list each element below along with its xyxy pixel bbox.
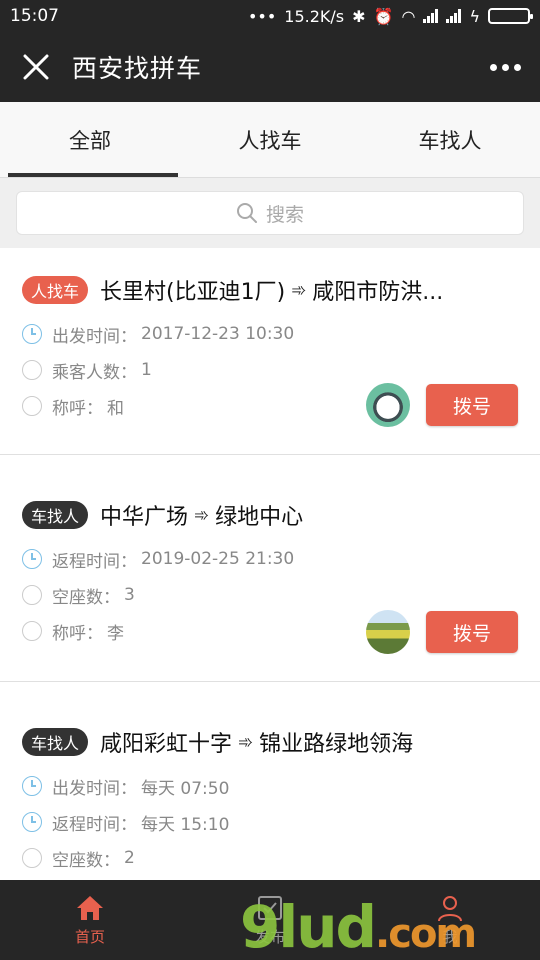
alarm-icon: ⏰ (373, 6, 394, 26)
home-icon (75, 894, 105, 922)
detail-row: 返程时间： 每天 15:10 (22, 804, 518, 840)
type-badge: 人找车 (22, 276, 89, 304)
detail-label: 空座数： (52, 587, 120, 608)
detail-label: 返程时间： (52, 551, 137, 572)
clock-icon (22, 549, 42, 569)
network-speed: 15.2K/s (284, 6, 345, 26)
watermark-logo: 9lud.com (240, 893, 477, 960)
route-origin: 长里村(比亚迪1厂) (100, 280, 286, 305)
bluetooth-icon: ✱ (352, 6, 366, 26)
detail-row: 返程时间： 2019-02-25 21:30 (22, 541, 518, 577)
detail-row: 出发时间： 每天 07:50 (22, 768, 518, 804)
detail-row: 空座数： 3 (22, 577, 518, 613)
dial-button[interactable]: 拨号 (426, 611, 518, 653)
route-destination: 绿地中心 (215, 505, 304, 530)
detail-value: 2017-12-23 10:30 (141, 324, 295, 344)
detail-value: 和 (107, 398, 124, 419)
car-arrow-icon: ➾ (238, 731, 254, 753)
more-dots-icon: ••• (247, 6, 277, 26)
car-arrow-icon: ➾ (194, 504, 210, 526)
battery-icon (488, 8, 533, 24)
tab-passenger-seeking-car[interactable]: 人找车 (180, 102, 360, 177)
card-actions: 拨号 (366, 610, 518, 654)
circle-icon (22, 396, 42, 416)
signal-icon (423, 9, 439, 23)
list-item[interactable]: 车找人 咸阳彩虹十字 ➾ 锦业路绿地领海 出发时间： 每天 07:50 返程时间：… (0, 682, 540, 880)
list-item[interactable]: 车找人 中华广场 ➾ 绿地中心 返程时间： 2019-02-25 21:30 空座… (0, 455, 540, 682)
watermark-suffix: .com (375, 911, 477, 957)
status-bar: 15:07 ••• 15.2K/s ✱ ⏰ ◠ ϟ (0, 0, 540, 32)
nav-bar: 西安找拼车 (0, 32, 540, 102)
detail-label: 空座数： (52, 850, 120, 871)
search-input[interactable]: 搜索 (16, 191, 524, 235)
route-origin: 咸阳彩虹十字 (100, 732, 233, 757)
clock-icon (22, 776, 42, 796)
detail-value: 每天 15:10 (141, 814, 230, 835)
route-destination: 咸阳市防洪... (312, 280, 444, 305)
more-button[interactable] (470, 32, 540, 102)
detail-value: 3 (124, 585, 135, 605)
watermark-main: 9lud (240, 893, 377, 960)
search-area: 搜索 (0, 178, 540, 248)
close-button[interactable] (0, 32, 72, 102)
card-actions: 拨号 (366, 383, 518, 427)
search-placeholder: 搜索 (265, 203, 304, 226)
detail-label: 出发时间： (52, 326, 137, 347)
wifi-icon: ◠ (401, 6, 416, 26)
avatar (366, 610, 410, 654)
clock-icon (22, 324, 42, 344)
car-arrow-icon: ➾ (291, 279, 307, 301)
nav-label: 首页 (74, 927, 105, 946)
clock-icon (22, 812, 42, 832)
detail-label: 称呼： (52, 398, 103, 419)
detail-label: 称呼： (52, 623, 103, 644)
detail-value: 1 (141, 360, 152, 380)
route-origin: 中华广场 (100, 505, 189, 530)
avatar (366, 383, 410, 427)
listing-header: 人找车 长里村(比亚迪1厂) ➾ 咸阳市防洪... (22, 274, 518, 306)
route-destination: 锦业路绿地领海 (259, 732, 414, 757)
circle-icon (22, 848, 42, 868)
circle-icon (22, 621, 42, 641)
route: 咸阳彩虹十字 ➾ 锦业路绿地领海 (100, 726, 413, 758)
listing-header: 车找人 中华广场 ➾ 绿地中心 (22, 499, 518, 531)
detail-label: 乘客人数： (52, 362, 137, 383)
status-time: 15:07 (10, 6, 59, 26)
dial-button[interactable]: 拨号 (426, 384, 518, 426)
circle-icon (22, 360, 42, 380)
ride-list: 人找车 长里村(比亚迪1厂) ➾ 咸阳市防洪... 出发时间： 2017-12-2… (0, 248, 540, 880)
type-badge: 车找人 (22, 501, 89, 529)
filter-tabs: 全部 人找车 车找人 (0, 102, 540, 178)
detail-value: 李 (107, 623, 124, 644)
list-item[interactable]: 人找车 长里村(比亚迪1厂) ➾ 咸阳市防洪... 出发时间： 2017-12-2… (0, 248, 540, 455)
charging-icon: ϟ (469, 6, 480, 26)
tab-all[interactable]: 全部 (0, 102, 180, 177)
type-badge: 车找人 (22, 728, 89, 756)
detail-value: 每天 07:50 (141, 778, 230, 799)
detail-label: 出发时间： (52, 778, 137, 799)
search-icon (236, 203, 257, 223)
listing-header: 车找人 咸阳彩虹十字 ➾ 锦业路绿地领海 (22, 726, 518, 758)
route: 中华广场 ➾ 绿地中心 (100, 499, 303, 531)
status-icons: ••• 15.2K/s ✱ ⏰ ◠ ϟ (247, 6, 533, 26)
route: 长里村(比亚迪1厂) ➾ 咸阳市防洪... (100, 274, 443, 306)
detail-value: 2019-02-25 21:30 (141, 549, 295, 569)
circle-icon (22, 585, 42, 605)
signal-icon-2 (446, 9, 462, 23)
more-dot-icon (513, 63, 521, 71)
more-dot-icon (489, 63, 497, 71)
detail-row: 出发时间： 2017-12-23 10:30 (22, 316, 518, 352)
tab-car-seeking-passenger[interactable]: 车找人 (360, 102, 540, 177)
more-dot-icon (501, 63, 509, 71)
detail-row: 空座数： 2 (22, 840, 518, 876)
close-icon (23, 54, 49, 80)
page-title: 西安找拼车 (72, 54, 203, 83)
nav-home[interactable]: 首页 (0, 880, 180, 960)
detail-value: 2 (124, 848, 135, 868)
detail-label: 返程时间： (52, 814, 137, 835)
